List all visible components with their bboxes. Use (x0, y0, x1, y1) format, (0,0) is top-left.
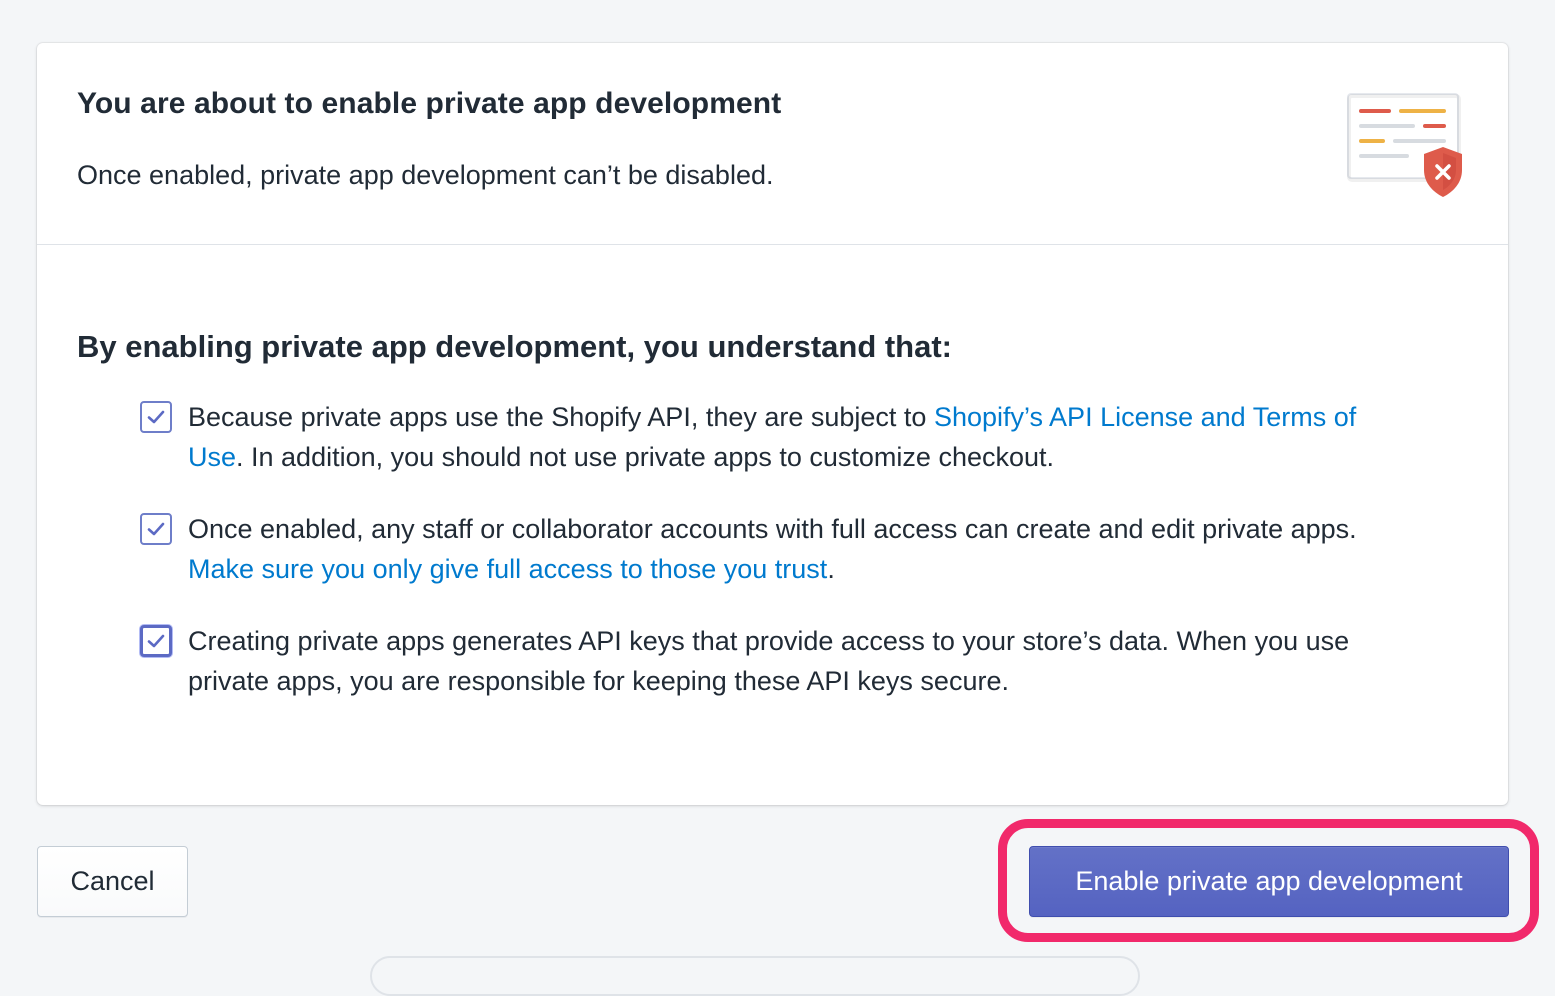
checkmark-icon (147, 522, 165, 536)
cancel-button[interactable]: Cancel (37, 846, 188, 917)
footer-help-outline (370, 956, 1140, 996)
document-shield-warning-icon (1347, 93, 1462, 197)
item-text: Creating private apps generates API keys… (188, 626, 1350, 696)
acknowledgement-list: Because private apps use the Shopify API… (140, 397, 1400, 701)
api-keys-checkbox[interactable] (140, 625, 172, 657)
checkmark-icon (147, 410, 165, 424)
item-text-before: Once enabled, any staff or collaborator … (188, 514, 1357, 544)
acknowledgement-item-api-keys: Creating private apps generates API keys… (140, 621, 1400, 701)
staff-access-checkbox[interactable] (140, 513, 172, 545)
item-text-before: Because private apps use the Shopify API… (188, 402, 934, 432)
full-access-trust-link[interactable]: Make sure you only give full access to t… (188, 554, 827, 584)
acknowledgement-item-api-license: Because private apps use the Shopify API… (140, 397, 1400, 477)
item-text-after: . (827, 554, 835, 584)
enable-private-apps-card: You are about to enable private app deve… (37, 43, 1508, 805)
card-subtitle: Once enabled, private app development ca… (77, 160, 774, 190)
acknowledgement-heading: By enabling private app development, you… (77, 329, 953, 364)
card-header-section: You are about to enable private app deve… (37, 43, 1508, 245)
checkmark-icon (147, 634, 165, 648)
card-body-section: By enabling private app development, you… (37, 245, 1508, 805)
enable-private-app-development-button[interactable]: Enable private app development (1029, 846, 1509, 917)
card-title: You are about to enable private app deve… (77, 87, 782, 120)
acknowledgement-item-staff-access: Once enabled, any staff or collaborator … (140, 509, 1400, 589)
item-text-after: . In addition, you should not use privat… (236, 442, 1055, 472)
api-license-checkbox[interactable] (140, 401, 172, 433)
